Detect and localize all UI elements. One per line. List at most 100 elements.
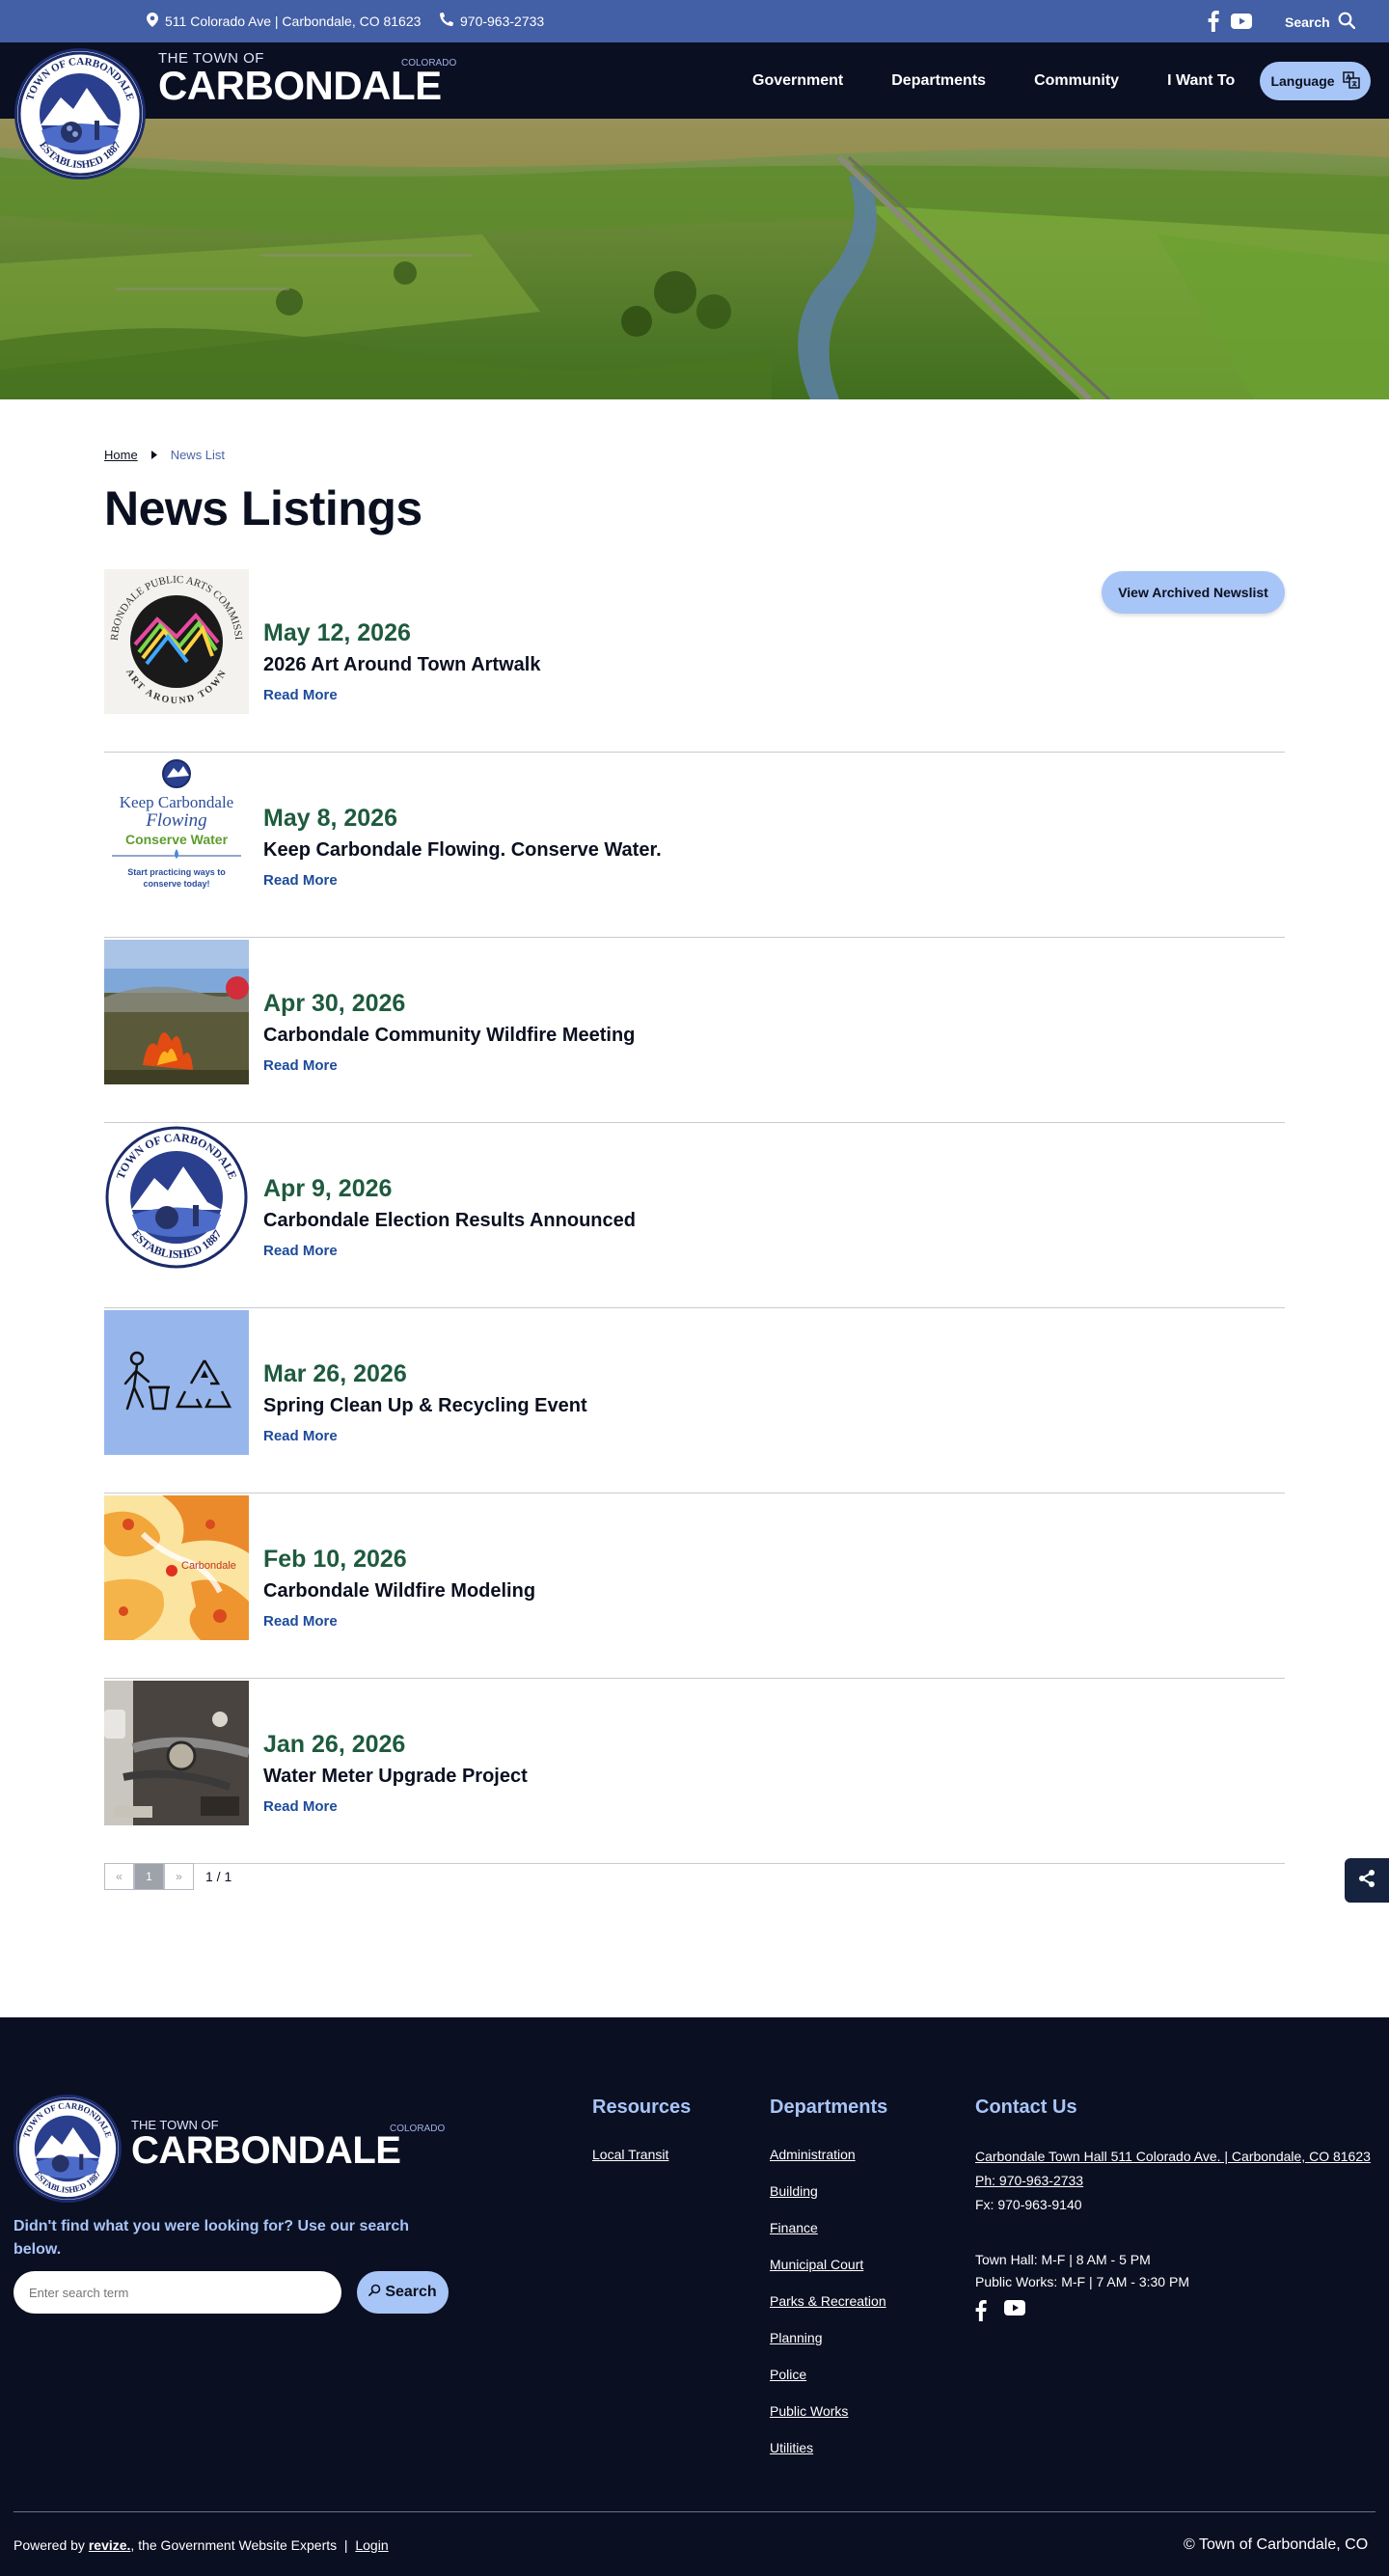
news-item: Jan 26, 2026 Water Meter Upgrade Project…: [104, 1679, 1285, 1864]
read-more-link[interactable]: Read More: [263, 872, 338, 889]
footer-resources-title: Resources: [592, 2096, 692, 2118]
news-title[interactable]: 2026 Art Around Town Artwalk: [263, 654, 540, 676]
read-more-link[interactable]: Read More: [263, 1428, 338, 1444]
wildfire-photo-thumbnail[interactable]: [104, 940, 249, 1084]
primary-nav: Government Departments Community I Want …: [752, 42, 1283, 119]
login-link[interactable]: Login: [355, 2537, 388, 2553]
map-pin-icon: [147, 13, 158, 30]
map-label: Carbondale: [181, 1560, 236, 1572]
youtube-icon[interactable]: [1004, 2300, 1025, 2326]
powered-prefix: Powered by: [14, 2537, 85, 2553]
read-more-link[interactable]: Read More: [263, 1798, 338, 1815]
news-title[interactable]: Water Meter Upgrade Project: [263, 1766, 528, 1788]
read-more-link[interactable]: Read More: [263, 1613, 338, 1630]
news-title[interactable]: Keep Carbondale Flowing. Conserve Water.: [263, 839, 662, 862]
phone-text: 970-963-2733: [460, 13, 545, 29]
footer-search-button[interactable]: Search: [357, 2271, 449, 2314]
town-seal-logo[interactable]: TOWN OF CARBONDALE ESTABLISHED 1887: [14, 48, 146, 179]
footer-link-police[interactable]: Police: [770, 2367, 886, 2403]
news-date: May 12, 2026: [263, 619, 411, 646]
language-button[interactable]: Language: [1260, 62, 1371, 100]
conserve-water-thumbnail[interactable]: Keep Carbondale Flowing Conserve Water S…: [104, 754, 249, 899]
nav-i-want-to[interactable]: I Want To: [1167, 72, 1235, 90]
footer-hours: Town Hall: M-F | 8 AM - 5 PM Public Work…: [975, 2249, 1189, 2293]
main-content: Home News List News Listings CARBONDALE …: [0, 399, 1389, 2017]
footer-link-planning[interactable]: Planning: [770, 2330, 886, 2367]
hero-landscape-image: [0, 119, 1389, 399]
search-toggle[interactable]: Search: [1285, 12, 1355, 32]
town-seal-thumbnail[interactable]: TOWN OF CARBONDALE ESTABLISHED 1887: [104, 1125, 249, 1270]
footer-link-municipal-court[interactable]: Municipal Court: [770, 2257, 886, 2293]
footer-contact-title: Contact Us: [975, 2096, 1077, 2118]
pagination-prev-button[interactable]: «: [104, 1863, 134, 1890]
footer-contact-address[interactable]: Carbondale Town Hall 511 Colorado Ave. |…: [975, 2145, 1371, 2169]
pagination: « 1 » 1 / 1: [104, 1863, 232, 1890]
read-more-link[interactable]: Read More: [263, 1243, 338, 1259]
footer-contact-block: Carbondale Town Hall 511 Colorado Ave. |…: [975, 2145, 1371, 2217]
address-link[interactable]: 511 Colorado Ave | Carbondale, CO 81623: [147, 13, 421, 30]
news-date: May 8, 2026: [263, 805, 397, 832]
wildfire-map-thumbnail[interactable]: Carbondale: [104, 1495, 249, 1640]
footer-brand-state: COLORADO: [390, 2124, 446, 2134]
brand-name: CARBONDALE: [158, 63, 442, 108]
footer-link-administration[interactable]: Administration: [770, 2147, 886, 2183]
footer-brand[interactable]: THE TOWN OF CARBONDALE COLORADO: [131, 2118, 445, 2170]
news-date: Apr 9, 2026: [263, 1175, 393, 1202]
breadcrumb-home[interactable]: Home: [104, 448, 138, 462]
view-archived-newslist-button[interactable]: View Archived Newslist: [1102, 571, 1285, 614]
revize-link[interactable]: revize.: [89, 2537, 131, 2553]
footer-departments-title: Departments: [770, 2096, 888, 2118]
art-commission-thumbnail[interactable]: CARBONDALE PUBLIC ARTS COMMISSION ART AR…: [104, 569, 249, 714]
news-title[interactable]: Carbondale Election Results Announced: [263, 1210, 636, 1232]
news-item: Apr 30, 2026 Carbondale Community Wildfi…: [104, 938, 1285, 1123]
nav-government[interactable]: Government: [752, 72, 843, 90]
water-line1: Keep Carbondale: [120, 793, 233, 811]
phone-icon: [439, 12, 454, 29]
search-icon: [1338, 12, 1355, 32]
footer-link-parks-recreation[interactable]: Parks & Recreation: [770, 2293, 886, 2330]
youtube-icon[interactable]: [1231, 14, 1252, 32]
footer-resources-list: Local Transit: [592, 2147, 668, 2183]
news-list: CARBONDALE PUBLIC ARTS COMMISSION ART AR…: [104, 567, 1285, 1864]
pagination-next-button[interactable]: »: [164, 1863, 194, 1890]
footer-powered-by: Powered by revize., the Government Websi…: [14, 2537, 389, 2553]
pagination-page-button[interactable]: 1: [134, 1863, 164, 1890]
facebook-icon[interactable]: [975, 2300, 987, 2326]
read-more-link[interactable]: Read More: [263, 1057, 338, 1074]
footer-departments-list: Administration Building Finance Municipa…: [770, 2147, 886, 2477]
breadcrumb: Home News List: [104, 448, 225, 462]
footer-link-public-works[interactable]: Public Works: [770, 2403, 886, 2440]
news-item: TOWN OF CARBONDALE ESTABLISHED 1887 Apr …: [104, 1123, 1285, 1308]
footer-contact-phone[interactable]: Ph: 970-963-2733: [975, 2169, 1371, 2193]
site-footer: TOWN OF CARBONDALE ESTABLISHED 1887 THE …: [0, 2017, 1389, 2576]
site-brand[interactable]: THE TOWN OF CARBONDALE COLORADO: [158, 50, 456, 108]
news-title[interactable]: Carbondale Community Wildfire Meeting: [263, 1025, 635, 1047]
news-title[interactable]: Spring Clean Up & Recycling Event: [263, 1395, 587, 1417]
footer-hours-town-hall: Town Hall: M-F | 8 AM - 5 PM: [975, 2252, 1151, 2267]
phone-link[interactable]: 970-963-2733: [439, 12, 545, 29]
footer-search-input[interactable]: [14, 2271, 341, 2314]
footer-link-finance[interactable]: Finance: [770, 2220, 886, 2257]
powered-suffix: , the Government Website Experts: [130, 2537, 338, 2553]
social-links: [1208, 11, 1252, 35]
page-title: News Listings: [104, 481, 422, 535]
share-button[interactable]: [1345, 1858, 1389, 1903]
water-line5: conserve today!: [143, 879, 209, 889]
nav-community[interactable]: Community: [1034, 72, 1119, 90]
footer-town-seal-logo[interactable]: TOWN OF CARBONDALE ESTABLISHED 1887: [14, 2095, 122, 2203]
footer-separator: |: [340, 2537, 352, 2553]
recycling-thumbnail[interactable]: [104, 1310, 249, 1455]
news-title[interactable]: Carbondale Wildfire Modeling: [263, 1580, 535, 1603]
facebook-icon[interactable]: [1208, 11, 1219, 35]
footer-link-building[interactable]: Building: [770, 2183, 886, 2220]
water-meter-thumbnail[interactable]: [104, 1681, 249, 1825]
share-icon: [1357, 1869, 1376, 1893]
breadcrumb-current: News List: [170, 448, 226, 462]
read-more-link[interactable]: Read More: [263, 687, 338, 703]
nav-departments[interactable]: Departments: [891, 72, 986, 90]
footer-link-local-transit[interactable]: Local Transit: [592, 2147, 668, 2183]
footer-link-utilities[interactable]: Utilities: [770, 2440, 886, 2477]
footer-hours-public-works: Public Works: M-F | 7 AM - 3:30 PM: [975, 2274, 1189, 2289]
footer-social-links: [975, 2300, 1025, 2326]
footer-divider: [14, 2511, 1375, 2512]
